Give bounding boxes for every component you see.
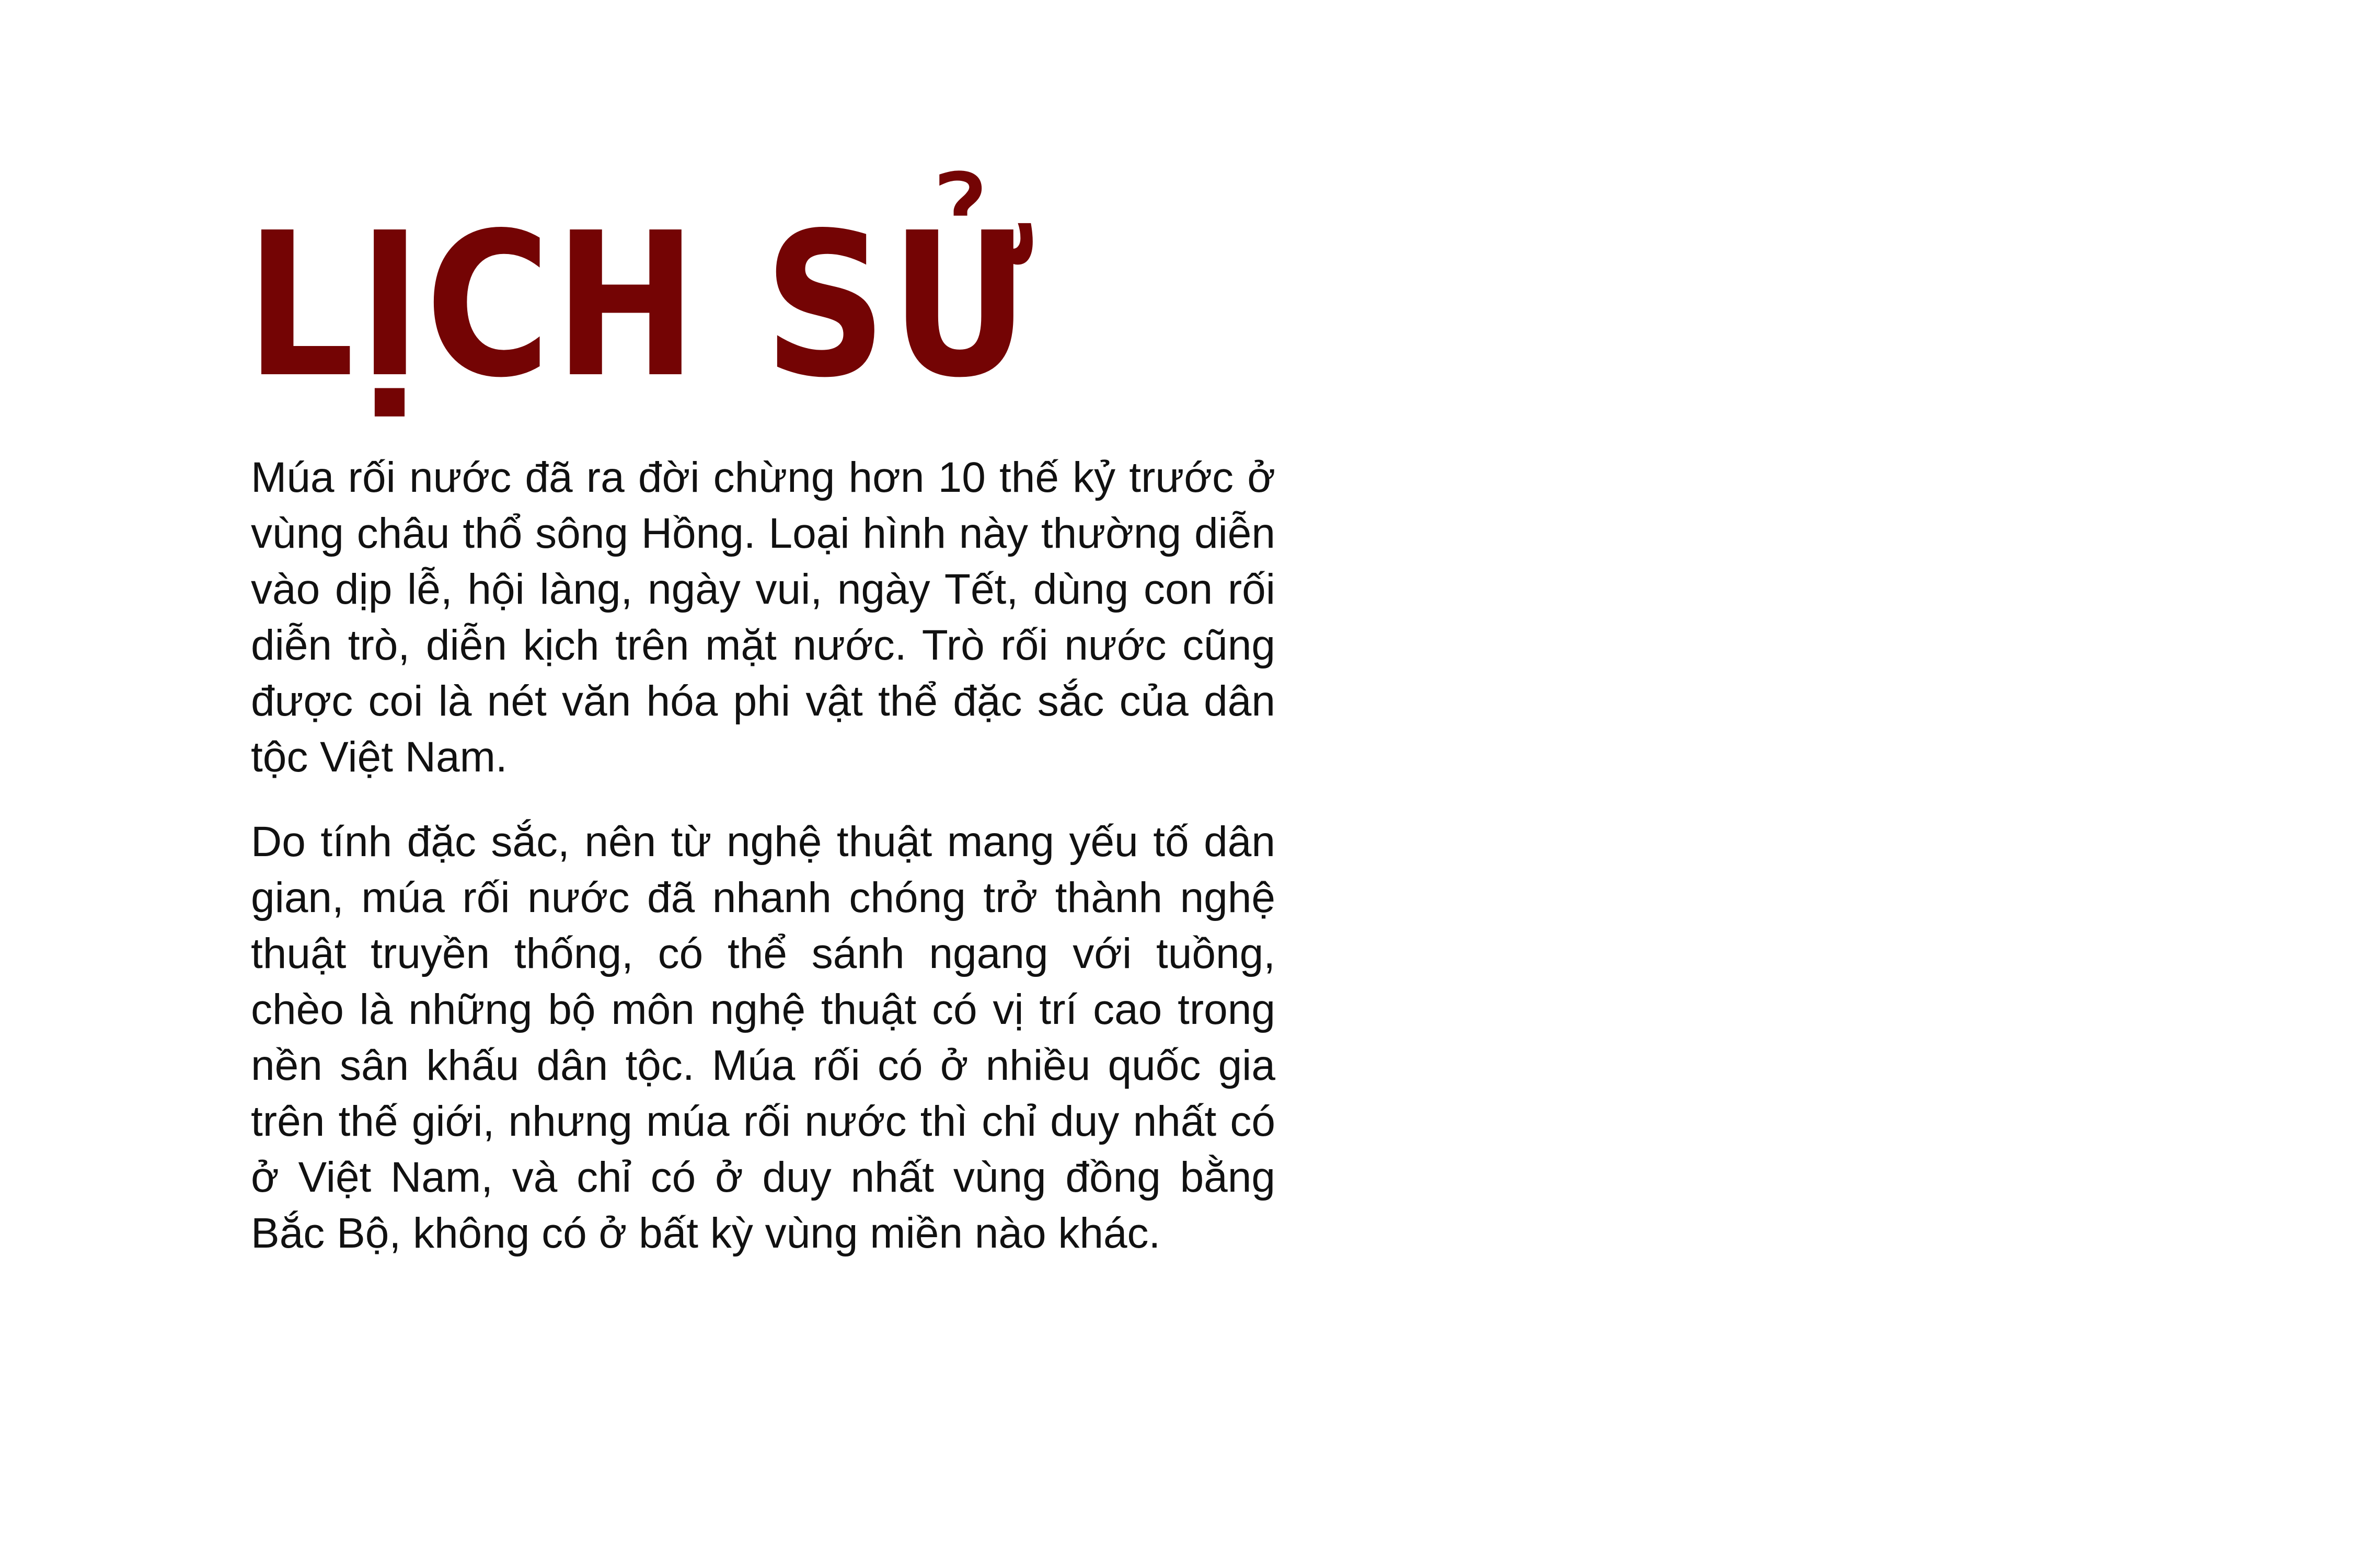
paragraph-2: Do tính đặc sắc, nên từ nghệ thuật mang … bbox=[251, 818, 1275, 1257]
article-body: Múa rối nước đã ra đời chừng hơn 10 thế … bbox=[251, 449, 1275, 1290]
page: LỊCH SỬ Múa rối nước đã ra đời chừng hơn… bbox=[0, 0, 2374, 1568]
paragraph-1: Múa rối nước đã ra đời chừng hơn 10 thế … bbox=[251, 454, 1275, 781]
page-title: LỊCH SỬ bbox=[246, 190, 1037, 421]
